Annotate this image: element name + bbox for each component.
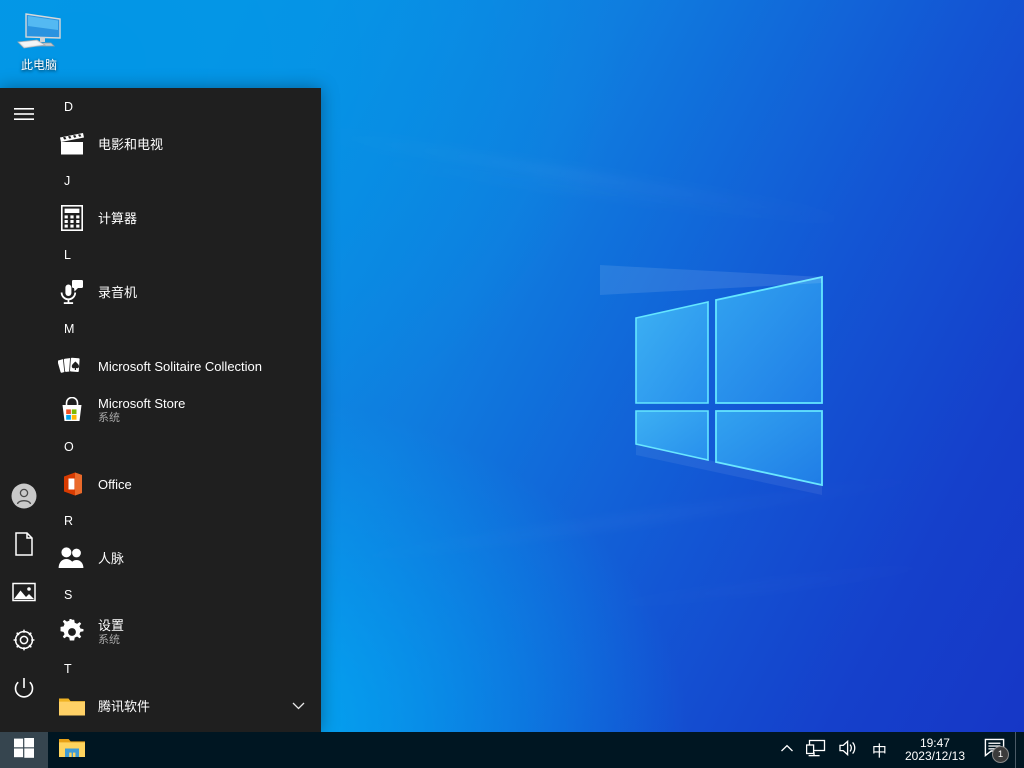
system-tray: 中 19:47 2023/12/13 1 xyxy=(774,732,1024,768)
app-item-calculator[interactable]: 计算器 xyxy=(48,196,321,240)
app-item-label: 设置 xyxy=(98,617,125,633)
app-item-label: 计算器 xyxy=(98,210,138,226)
app-letter-header[interactable]: O xyxy=(48,432,321,462)
power-icon xyxy=(13,677,35,704)
app-item-microsoft-store[interactable]: Microsoft Store 系统 xyxy=(48,388,321,432)
pictures-icon xyxy=(12,582,36,607)
people-icon xyxy=(56,542,88,574)
show-desktop-button[interactable] xyxy=(1015,732,1024,768)
taskbar-clock[interactable]: 19:47 2023/12/13 xyxy=(895,732,975,768)
chevron-down-icon[interactable] xyxy=(292,702,315,710)
this-pc-icon xyxy=(0,8,78,56)
app-letter-header[interactable]: T xyxy=(48,654,321,684)
rail-item-documents[interactable] xyxy=(0,522,48,570)
microsoft-store-icon xyxy=(56,394,88,426)
tray-volume-button[interactable] xyxy=(832,732,864,768)
app-item-label: 人脉 xyxy=(98,550,125,566)
windows-logo-icon xyxy=(14,737,34,763)
start-menu: D 电影和电视 J 计算器 L 录音机 M Microsoft Solitair… xyxy=(0,88,321,732)
hamburger-menu-icon xyxy=(14,107,34,126)
app-item-tencent-folder[interactable]: 腾讯软件 xyxy=(48,684,321,728)
document-icon xyxy=(14,531,34,561)
gear-icon xyxy=(12,628,36,657)
app-item-voice-recorder[interactable]: 录音机 xyxy=(48,270,321,314)
app-letter-header[interactable]: L xyxy=(48,240,321,270)
app-item-office[interactable]: Office xyxy=(48,462,321,506)
notification-center-button[interactable]: 1 xyxy=(975,732,1015,768)
app-letter-header[interactable]: D xyxy=(48,92,321,122)
tray-ime-indicator[interactable]: 中 xyxy=(864,732,895,768)
taskbar: 中 19:47 2023/12/13 1 xyxy=(0,732,1024,768)
rail-item-power[interactable] xyxy=(0,666,48,714)
notification-badge: 1 xyxy=(992,746,1009,763)
calculator-icon xyxy=(56,202,88,234)
voice-recorder-icon xyxy=(56,276,88,308)
hamburger-menu-button[interactable] xyxy=(0,92,48,140)
start-button[interactable] xyxy=(0,732,48,768)
app-letter-header[interactable]: J xyxy=(48,166,321,196)
app-item-people[interactable]: 人脉 xyxy=(48,536,321,580)
wallpaper-light-ray xyxy=(319,152,835,229)
user-avatar-icon xyxy=(11,483,37,514)
app-item-label: Office xyxy=(98,476,132,492)
windows-hero-logo xyxy=(600,255,860,505)
app-item-solitaire[interactable]: Microsoft Solitaire Collection xyxy=(48,344,321,388)
app-letter-header[interactable]: S xyxy=(48,580,321,610)
app-item-label: Microsoft Solitaire Collection xyxy=(98,358,263,374)
app-item-label: Microsoft Store xyxy=(98,395,186,411)
app-item-movies-tv[interactable]: 电影和电视 xyxy=(48,122,321,166)
start-menu-app-list[interactable]: D 电影和电视 J 计算器 L 录音机 M Microsoft Solitair… xyxy=(48,88,321,732)
start-menu-rail xyxy=(0,88,48,732)
desktop-icon-this-pc[interactable]: 此电脑 xyxy=(0,4,78,73)
taskbar-item-file-explorer[interactable] xyxy=(48,732,96,768)
desktop-icon-area: 此电脑 xyxy=(0,4,78,73)
app-item-sublabel: 系统 xyxy=(98,411,120,424)
speaker-icon xyxy=(838,739,858,762)
movies-tv-icon xyxy=(56,128,88,160)
desktop-icon-label: 此电脑 xyxy=(20,58,57,72)
app-letter-header[interactable]: R xyxy=(48,506,321,536)
network-monitor-icon xyxy=(805,739,826,762)
wallpaper-light-ray xyxy=(299,128,853,224)
app-item-label: 电影和电视 xyxy=(98,136,164,152)
desktop-screen: 此电脑 D 电影和电视 J 计算器 L 录音机 M Microsoft Soli… xyxy=(0,0,1024,768)
wallpaper-light-ray xyxy=(559,558,978,613)
tray-overflow-button[interactable] xyxy=(774,732,800,768)
rail-item-user-account[interactable] xyxy=(0,474,48,522)
clock-date: 2023/12/13 xyxy=(904,749,965,763)
tray-network-button[interactable] xyxy=(800,732,832,768)
app-letter-header[interactable]: M xyxy=(48,314,321,344)
chevron-up-icon xyxy=(780,741,794,759)
gear-icon xyxy=(56,616,88,648)
app-item-sublabel: 系统 xyxy=(98,633,120,646)
app-item-label: 录音机 xyxy=(98,284,138,300)
folder-icon xyxy=(56,690,88,722)
office-icon xyxy=(56,468,88,500)
rail-item-pictures[interactable] xyxy=(0,570,48,618)
app-item-label: 腾讯软件 xyxy=(98,698,151,714)
solitaire-icon xyxy=(56,350,88,382)
file-explorer-icon xyxy=(58,736,86,765)
app-item-settings[interactable]: 设置 系统 xyxy=(48,610,321,654)
rail-item-settings[interactable] xyxy=(0,618,48,666)
